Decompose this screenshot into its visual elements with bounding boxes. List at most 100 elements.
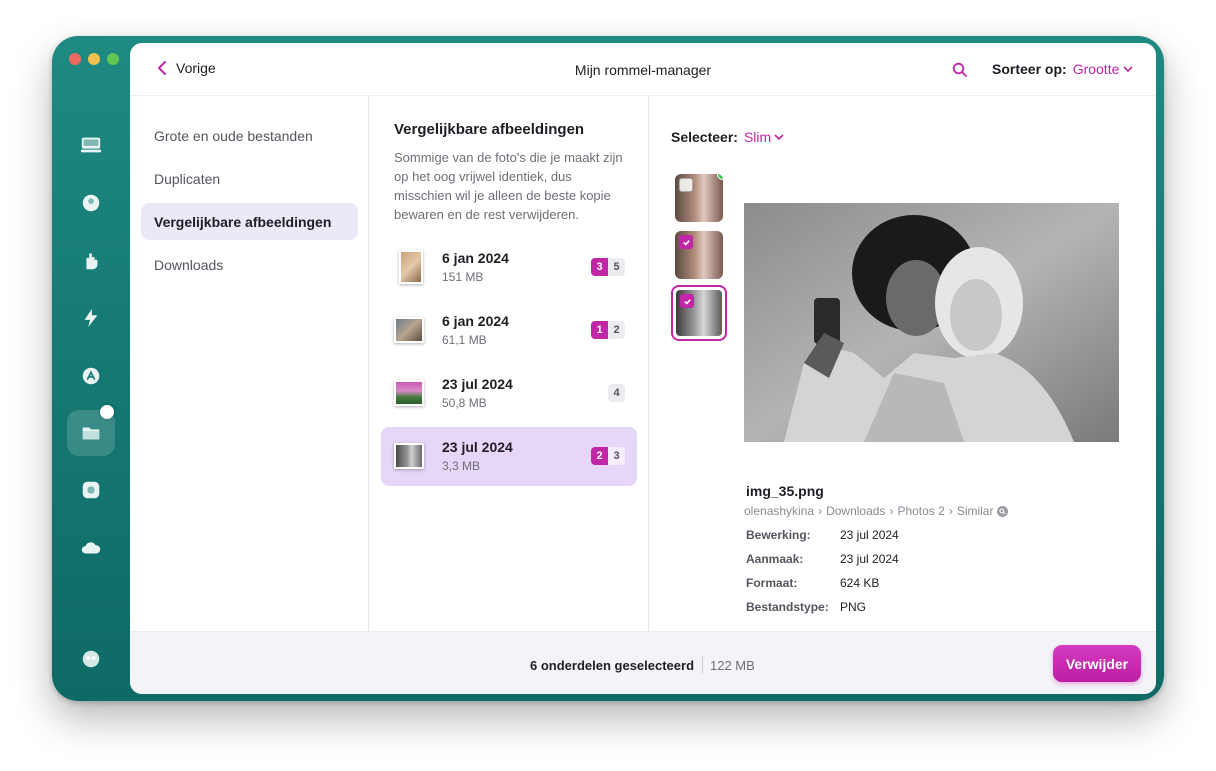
meta-value: 23 jul 2024 [840,528,899,542]
selection-count: 6 onderdelen geselecteerd [530,658,695,673]
detail-panel: Selecteer: Slim img_35.png olenashykina … [649,96,1156,631]
group-date: 6 jan 2024 [442,313,509,329]
group-row[interactable]: 6 jan 2024 61,1 MB 1 2 [381,301,637,360]
selection-size: 122 MB [710,658,755,673]
group-date: 23 jul 2024 [442,376,513,392]
space-lens-icon[interactable] [78,477,104,503]
group-size: 50,8 MB [442,396,487,410]
path-separator-icon: › [948,504,953,518]
assistant-icon[interactable] [78,646,104,672]
sidebar-item-label: Downloads [154,256,224,273]
meta-value: 23 jul 2024 [840,552,899,566]
total-count: 3 [608,447,625,465]
chevron-down-icon [774,133,784,140]
groups-description: Sommige van de foto's die je maakt zijn … [394,150,623,222]
checkmark-icon [683,298,691,305]
footer-bar: 6 onderdelen geselecteerd 122 MB Verwijd… [130,631,1156,694]
select-control: Selecteer: Slim [671,129,784,145]
sidebar-item-label: Duplicaten [154,170,221,187]
unchecked-checkbox[interactable] [679,178,693,192]
photo-preview-image [744,203,1119,442]
files-icon[interactable] [78,420,104,446]
main-panel: Vorige Mijn rommel-manager Sorteer op: G… [130,43,1156,694]
meta-value: 624 KB [840,576,880,590]
group-date: 23 jul 2024 [442,439,513,455]
group-date: 6 jan 2024 [442,250,509,266]
selected-count: 2 [591,447,608,465]
path-separator-icon: › [889,504,894,518]
meta-key: Bestandstype: [746,600,829,614]
total-count: 4 [608,384,625,402]
similar-thumbnail-current[interactable] [671,285,727,341]
similar-thumbnail[interactable] [675,231,723,279]
sidebar-item-downloads[interactable]: Downloads [141,246,358,283]
group-row-selected[interactable]: 23 jul 2024 3,3 MB 2 3 [381,427,637,486]
sort-control: Sorteer op: Grootte [992,61,1133,77]
group-row[interactable]: 6 jan 2024 151 MB 3 5 [381,238,637,297]
close-window-button[interactable] [69,53,81,65]
group-thumbnail [399,250,423,284]
footer-divider [702,656,703,674]
cleanup-icon[interactable] [78,190,104,216]
search-icon[interactable] [952,62,968,78]
chevron-down-icon [1123,65,1133,72]
delete-button[interactable]: Verwijder [1053,645,1141,682]
sidebar-item-duplicates[interactable]: Duplicaten [141,160,358,197]
select-label: Selecteer: [671,129,738,145]
zoom-window-button[interactable] [107,53,119,65]
group-count-badge: 1 2 [591,321,625,339]
sort-value: Grootte [1072,61,1120,77]
checkmark-icon [682,239,690,246]
applications-icon[interactable] [78,363,104,389]
group-thumbnail [394,380,424,406]
group-size: 61,1 MB [442,333,487,347]
category-sidebar: Grote en oude bestanden Duplicaten Verge… [130,96,369,631]
toolbar: Vorige Mijn rommel-manager Sorteer op: G… [130,43,1156,96]
group-count-badge: 3 5 [591,258,625,276]
rail-notification-dot [100,405,114,419]
group-size: 3,3 MB [442,459,481,473]
sidebar-item-label: Grote en oude bestanden [154,127,313,144]
group-count-badge: 2 3 [591,447,625,465]
meta-key: Bewerking: [746,528,811,542]
groups-title: Vergelijkbare afbeeldingen [394,121,585,138]
similar-thumbnail[interactable] [675,174,723,222]
meta-key: Aanmaak: [746,552,804,566]
image-preview [744,203,1119,442]
path-segment[interactable]: olenashykina [744,504,814,518]
minimize-window-button[interactable] [88,53,100,65]
meta-value: PNG [840,600,867,614]
select-dropdown[interactable]: Slim [744,129,784,145]
path-separator-icon: › [818,504,823,518]
meta-key: Formaat: [746,576,798,590]
sidebar-item-label: Vergelijkbare afbeeldingen [154,213,332,230]
speed-icon[interactable] [78,305,104,331]
file-name: img_35.png [746,483,824,499]
protection-icon[interactable] [78,248,104,274]
reveal-in-finder-icon[interactable] [997,505,1009,517]
path-segment[interactable]: Downloads [826,504,885,518]
cloud-icon[interactable] [78,535,104,561]
selected-count: 3 [591,258,608,276]
sidebar-item-large-old-files[interactable]: Grote en oude bestanden [141,117,358,154]
group-size: 151 MB [442,270,484,284]
groups-panel: Vergelijkbare afbeeldingen Sommige van d… [369,96,649,631]
group-count-badge: 4 [608,384,625,402]
sort-label: Sorteer op: [992,61,1067,77]
total-count: 5 [608,258,625,276]
path-segment[interactable]: Similar [957,504,994,518]
checked-checkbox[interactable] [680,294,694,308]
file-path-breadcrumb: olenashykina › Downloads › Photos 2 › Si… [744,504,1009,518]
total-count: 2 [608,321,625,339]
select-value: Slim [743,129,772,145]
group-thumbnail [394,317,424,343]
group-row[interactable]: 23 jul 2024 50,8 MB 4 [381,364,637,423]
path-segment[interactable]: Photos 2 [897,504,944,518]
disk-icon[interactable] [78,132,104,158]
sidebar-item-similar-images[interactable]: Vergelijkbare afbeeldingen [141,203,358,240]
app-window: Vorige Mijn rommel-manager Sorteer op: G… [52,36,1164,701]
sort-dropdown[interactable]: Grootte [1073,61,1134,77]
group-thumbnail [394,443,424,469]
checked-checkbox[interactable] [679,235,693,249]
selected-count: 1 [591,321,608,339]
